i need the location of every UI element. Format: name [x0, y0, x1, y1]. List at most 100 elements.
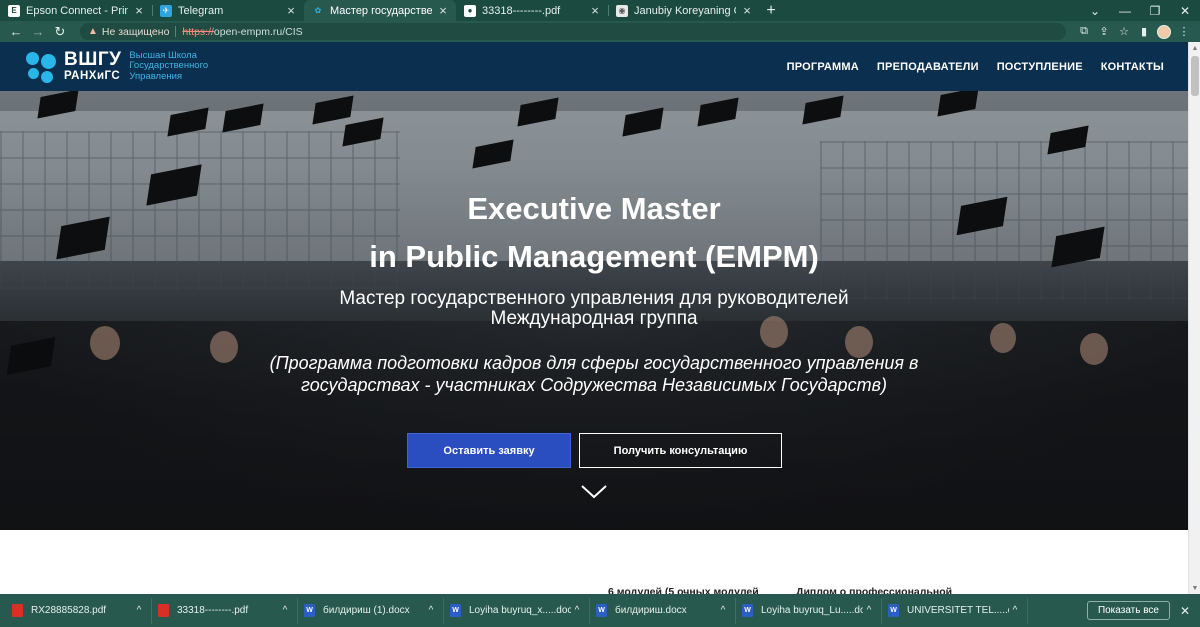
- window-controls: ⌄ — ❐ ✕: [1080, 0, 1200, 21]
- browser-tab[interactable]: ● 33318--------.pdf ×: [456, 0, 608, 21]
- download-filename: UNIVERSITET TEL.....docx: [907, 605, 1009, 616]
- hero-note-line2: государствах - участниках Содружества Не…: [301, 375, 887, 395]
- tab-favicon-icon: ◉: [616, 4, 628, 17]
- chevron-up-icon[interactable]: ^: [133, 605, 145, 616]
- chevron-up-icon[interactable]: ^: [571, 605, 583, 616]
- pdf-file-icon: [12, 604, 23, 617]
- download-item[interactable]: RX28885828.pdf ^: [6, 597, 152, 624]
- browser-menu-icon[interactable]: ⋮: [1174, 23, 1194, 41]
- forward-arrow-icon[interactable]: →: [28, 23, 48, 41]
- program-features-section: 6 модулей (5 очных модулей Диплом о проф…: [0, 530, 1188, 598]
- url-path: open-empm.ru/CIS: [213, 25, 303, 38]
- chevron-up-icon[interactable]: ^: [863, 605, 875, 616]
- hero-subtitle-line1: Мастер государственного управления для р…: [339, 288, 849, 309]
- omnibox-divider: [175, 26, 177, 37]
- hero-title-line1: Executive Master: [467, 191, 721, 226]
- tab-title: Janubiy Koreyaning Chonnam Mi: [634, 4, 736, 17]
- minimize-icon[interactable]: —: [1110, 0, 1140, 21]
- nav-program[interactable]: ПРОГРАММА: [787, 61, 859, 73]
- scroll-down-chevron-icon[interactable]: [580, 484, 608, 500]
- sidebar-panel-icon[interactable]: ▮: [1134, 23, 1154, 41]
- tab-favicon-icon: ✿: [312, 4, 324, 17]
- hero-content: Executive Master in Public Management (E…: [0, 91, 1188, 530]
- logo-abbr-line1: ВШГУ: [64, 49, 122, 71]
- scrollbar-thumb[interactable]: [1191, 56, 1199, 96]
- download-item[interactable]: 33318--------.pdf ^: [152, 597, 298, 624]
- tab-title: Мастер государственного упра: [330, 4, 432, 17]
- tab-close-icon[interactable]: ×: [436, 3, 450, 18]
- chevron-up-icon[interactable]: ^: [1009, 605, 1021, 616]
- restore-icon[interactable]: ❐: [1140, 0, 1170, 21]
- browser-tab[interactable]: ✈ Telegram ×: [152, 0, 304, 21]
- tab-close-icon[interactable]: ×: [284, 3, 298, 18]
- url-scheme: https://: [182, 25, 214, 38]
- site-header: ВШГУ РАНХиГС Высшая Школа Государственно…: [0, 42, 1188, 91]
- chevron-up-icon[interactable]: ^: [425, 605, 437, 616]
- insecure-label[interactable]: Не защищено: [102, 26, 170, 38]
- apply-button[interactable]: Оставить заявку: [407, 433, 571, 468]
- download-filename: Loyiha buyruq_Lu.....docx: [761, 605, 863, 616]
- download-item[interactable]: W UNIVERSITET TEL.....docx^: [882, 597, 1028, 624]
- word-file-icon: W: [596, 604, 607, 617]
- download-filename: Loyiha buyruq_x.....docx: [469, 605, 571, 616]
- download-item[interactable]: Wбилдириш.docx ^: [590, 597, 736, 624]
- site-nav: ПРОГРАММА ПРЕПОДАВАТЕЛИ ПОСТУПЛЕНИЕ КОНТ…: [787, 61, 1164, 73]
- scroll-down-arrow-icon[interactable]: ▼: [1189, 582, 1200, 594]
- site-logo[interactable]: ВШГУ РАНХиГС Высшая Школа Государственно…: [24, 50, 208, 84]
- logo-abbreviation: ВШГУ РАНХиГС: [64, 50, 121, 83]
- reload-icon[interactable]: ↻: [50, 23, 70, 41]
- chevron-up-icon[interactable]: ^: [279, 605, 291, 616]
- translate-icon[interactable]: ⧉: [1074, 23, 1094, 41]
- tab-close-icon[interactable]: ×: [740, 3, 754, 18]
- browser-tab-strip: E Epson Connect - Print and Scan F × ✈ Teleg…: [0, 0, 1200, 21]
- chevron-up-icon[interactable]: ^: [717, 605, 729, 616]
- logo-abbr-line2: РАНХиГС: [64, 70, 121, 83]
- consultation-button[interactable]: Получить консультацию: [579, 433, 782, 468]
- logo-mark-icon: [24, 50, 58, 84]
- close-download-shelf-icon[interactable]: ✕: [1176, 602, 1194, 620]
- show-all-downloads-button[interactable]: Показать все: [1086, 601, 1170, 620]
- download-filename: RX28885828.pdf: [31, 605, 107, 616]
- word-file-icon: W: [742, 604, 753, 617]
- logo-text-line: Управления: [129, 70, 183, 82]
- pdf-file-icon: [158, 604, 169, 617]
- back-arrow-icon[interactable]: ←: [6, 23, 26, 41]
- word-file-icon: W: [888, 604, 899, 617]
- tab-favicon-icon: E: [8, 4, 20, 17]
- tab-close-icon[interactable]: ×: [132, 3, 146, 18]
- tab-title: 33318--------.pdf: [482, 4, 561, 17]
- page-scrollbar[interactable]: ▲ ▼: [1188, 42, 1200, 594]
- browser-tab[interactable]: E Epson Connect - Print and Scan F ×: [0, 0, 152, 21]
- browser-tab[interactable]: ◉ Janubiy Koreyaning Chonnam Mi ×: [608, 0, 760, 21]
- logo-full-name: Высшая Школа Государственного Управления: [129, 50, 208, 83]
- download-item[interactable]: W Loyiha buyruq_x.....docx ^: [444, 597, 590, 624]
- address-bar[interactable]: ▲ Не защищено https:// open-empm.ru/CIS: [80, 23, 1066, 40]
- tab-favicon-icon: ●: [464, 4, 476, 17]
- nav-contacts[interactable]: КОНТАКТЫ: [1101, 61, 1164, 73]
- hero-subtitle-line2: Международная группа: [490, 308, 698, 329]
- browser-toolbar: ← → ↻ ▲ Не защищено https:// open-empm.r…: [0, 21, 1200, 42]
- close-window-icon[interactable]: ✕: [1170, 0, 1200, 21]
- new-tab-button[interactable]: +: [760, 0, 782, 21]
- browser-tab[interactable]: ✿ Мастер государственного упра ×: [304, 0, 456, 21]
- download-filename: билдириш (1).docx: [323, 605, 410, 616]
- tab-title: Epson Connect - Print and Scan F: [26, 4, 128, 17]
- nav-admission[interactable]: ПОСТУПЛЕНИЕ: [997, 61, 1083, 73]
- share-icon[interactable]: ⇪: [1094, 23, 1114, 41]
- warning-icon: ▲: [88, 26, 98, 37]
- scroll-up-arrow-icon[interactable]: ▲: [1189, 42, 1200, 54]
- download-shelf: RX28885828.pdf ^ 33318--------.pdf ^ Wбилдир…: [0, 594, 1200, 627]
- download-item[interactable]: Wбилдириш (1).docx ^: [298, 597, 444, 624]
- tab-close-icon[interactable]: ×: [588, 3, 602, 18]
- nav-teachers[interactable]: ПРЕПОДАВАТЕЛИ: [877, 61, 979, 73]
- bookmark-star-icon[interactable]: ☆: [1114, 23, 1134, 41]
- tab-title: Telegram: [178, 4, 224, 17]
- hero-title-line2: in Public Management (EMPM): [369, 239, 819, 274]
- profile-avatar[interactable]: [1157, 24, 1171, 39]
- download-item[interactable]: W Loyiha buyruq_Lu.....docx^: [736, 597, 882, 624]
- tab-search-chevron-icon[interactable]: ⌄: [1080, 0, 1110, 21]
- tab-favicon-icon: ✈: [160, 4, 172, 17]
- hero-note-line1: (Программа подготовки кадров для сферы г…: [269, 353, 919, 373]
- hero-section: Executive Master in Public Management (E…: [0, 91, 1188, 530]
- download-filename: билдириш.docx: [615, 605, 687, 616]
